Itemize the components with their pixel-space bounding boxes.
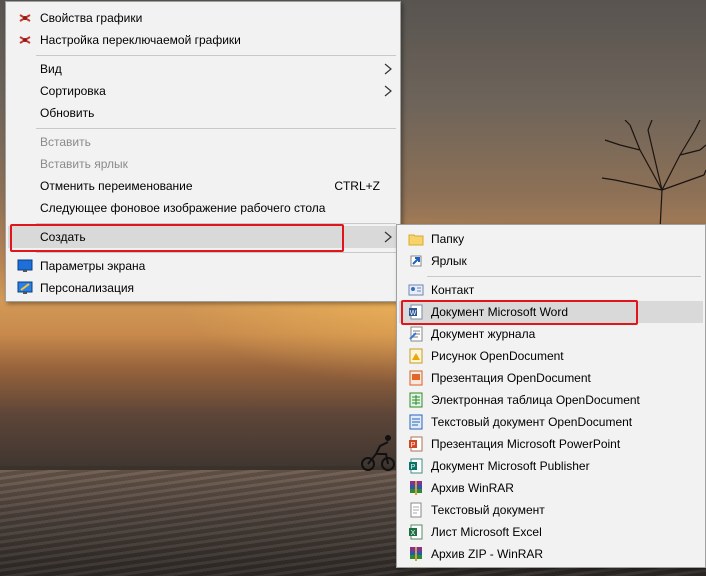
submenu-item-label: Документ журнала — [431, 327, 536, 341]
chevron-right-icon — [384, 85, 392, 97]
svg-text:W: W — [410, 310, 417, 317]
tree-silhouette — [601, 120, 706, 230]
submenu-item-label: Архив WinRAR — [431, 481, 514, 495]
menu-item-shortcut: CTRL+Z — [334, 179, 380, 193]
menu-item-label: Вставить ярлык — [40, 157, 128, 171]
opendocument-drawing-icon — [409, 348, 423, 364]
menu-item-view[interactable]: Вид — [8, 58, 398, 80]
menu-item-sort[interactable]: Сортировка — [8, 80, 398, 102]
submenu-item-publisher[interactable]: P Документ Microsoft Publisher — [399, 455, 703, 477]
text-document-icon — [410, 502, 422, 518]
chevron-right-icon — [384, 63, 392, 75]
submenu-item-folder[interactable]: Папку — [399, 228, 703, 250]
publisher-icon: P — [409, 458, 423, 474]
menu-item-label: Вид — [40, 62, 62, 76]
submenu-item-label: Документ Microsoft Publisher — [431, 459, 590, 473]
submenu-item-text-document[interactable]: Текстовый документ — [399, 499, 703, 521]
submenu-item-label: Текстовый документ — [431, 503, 545, 517]
menu-item-next-wallpaper[interactable]: Следующее фоновое изображение рабочего с… — [8, 197, 398, 219]
svg-text:X: X — [411, 530, 416, 537]
menu-item-label: Свойства графики — [40, 11, 143, 25]
menu-item-graphics-properties[interactable]: Свойства графики — [8, 7, 398, 29]
submenu-item-winrar-zip[interactable]: Архив ZIP - WinRAR — [399, 543, 703, 565]
word-document-icon: W — [409, 304, 423, 320]
submenu-item-label: Электронная таблица OpenDocument — [431, 393, 640, 407]
menu-separator — [36, 128, 396, 129]
submenu-item-excel[interactable]: X Лист Microsoft Excel — [399, 521, 703, 543]
svg-text:P: P — [411, 464, 416, 471]
intel-graphics-icon — [19, 14, 31, 22]
submenu-item-word-document[interactable]: W Документ Microsoft Word — [399, 301, 703, 323]
opendocument-text-icon — [409, 414, 423, 430]
menu-item-display-settings[interactable]: Параметры экрана — [8, 255, 398, 277]
submenu-item-journal-document[interactable]: Документ журнала — [399, 323, 703, 345]
submenu-item-opendocument-drawing[interactable]: Рисунок OpenDocument — [399, 345, 703, 367]
menu-item-undo-rename[interactable]: Отменить переименование CTRL+Z — [8, 175, 398, 197]
shortcut-icon — [410, 255, 422, 267]
cyclist-silhouette — [361, 435, 395, 471]
opendocument-spreadsheet-icon — [409, 392, 423, 408]
menu-item-label: Обновить — [40, 106, 95, 120]
submenu-item-shortcut[interactable]: Ярлык — [399, 250, 703, 272]
personalization-icon — [17, 281, 33, 294]
create-submenu: Папку Ярлык Контакт W Документ Microsoft… — [396, 224, 706, 568]
menu-item-refresh[interactable]: Обновить — [8, 102, 398, 124]
submenu-item-label: Папку — [431, 232, 465, 246]
menu-item-switchable-graphics[interactable]: Настройка переключаемой графики — [8, 29, 398, 51]
submenu-item-label: Ярлык — [431, 254, 467, 268]
menu-item-label: Следующее фоновое изображение рабочего с… — [40, 201, 326, 215]
submenu-item-label: Документ Microsoft Word — [431, 305, 569, 319]
menu-item-label: Параметры экрана — [40, 259, 146, 273]
winrar-archive-icon — [410, 481, 422, 495]
submenu-item-label: Контакт — [431, 283, 475, 297]
submenu-item-label: Текстовый документ OpenDocument — [431, 415, 633, 429]
menu-item-label: Персонализация — [40, 281, 135, 295]
submenu-item-label: Рисунок OpenDocument — [431, 349, 564, 363]
menu-item-paste-shortcut[interactable]: Вставить ярлык — [8, 153, 398, 175]
menu-item-label: Сортировка — [40, 84, 106, 98]
submenu-item-opendocument-text[interactable]: Текстовый документ OpenDocument — [399, 411, 703, 433]
winrar-zip-icon — [410, 547, 422, 561]
menu-item-label: Вставить — [40, 135, 91, 149]
menu-separator — [427, 276, 701, 277]
submenu-item-contact[interactable]: Контакт — [399, 279, 703, 301]
submenu-item-powerpoint[interactable]: P Презентация Microsoft PowerPoint — [399, 433, 703, 455]
menu-item-label: Отменить переименование — [40, 179, 193, 193]
display-settings-icon — [17, 259, 33, 272]
chevron-right-icon — [384, 231, 392, 243]
journal-document-icon — [409, 326, 423, 342]
submenu-item-winrar-archive[interactable]: Архив WinRAR — [399, 477, 703, 499]
submenu-item-opendocument-presentation[interactable]: Презентация OpenDocument — [399, 367, 703, 389]
folder-icon — [408, 234, 424, 246]
submenu-item-label: Лист Microsoft Excel — [431, 525, 542, 539]
submenu-item-opendocument-spreadsheet[interactable]: Электронная таблица OpenDocument — [399, 389, 703, 411]
menu-separator — [36, 55, 396, 56]
menu-item-create[interactable]: Создать — [8, 226, 398, 248]
contact-icon — [408, 284, 424, 296]
menu-item-paste[interactable]: Вставить — [8, 131, 398, 153]
submenu-item-label: Презентация Microsoft PowerPoint — [431, 437, 621, 451]
svg-text:P: P — [411, 442, 416, 449]
menu-item-personalization[interactable]: Персонализация — [8, 277, 398, 299]
desktop-context-menu: Свойства графики Настройка переключаемой… — [5, 1, 401, 302]
powerpoint-icon: P — [409, 436, 423, 452]
submenu-item-label: Архив ZIP - WinRAR — [431, 547, 544, 561]
submenu-item-label: Презентация OpenDocument — [431, 371, 591, 385]
menu-item-label: Настройка переключаемой графики — [40, 33, 241, 47]
menu-item-label: Создать — [40, 230, 86, 244]
opendocument-presentation-icon — [409, 370, 423, 386]
intel-graphics-icon — [19, 36, 31, 44]
menu-separator — [36, 223, 396, 224]
menu-separator — [36, 252, 396, 253]
excel-icon: X — [409, 524, 423, 540]
